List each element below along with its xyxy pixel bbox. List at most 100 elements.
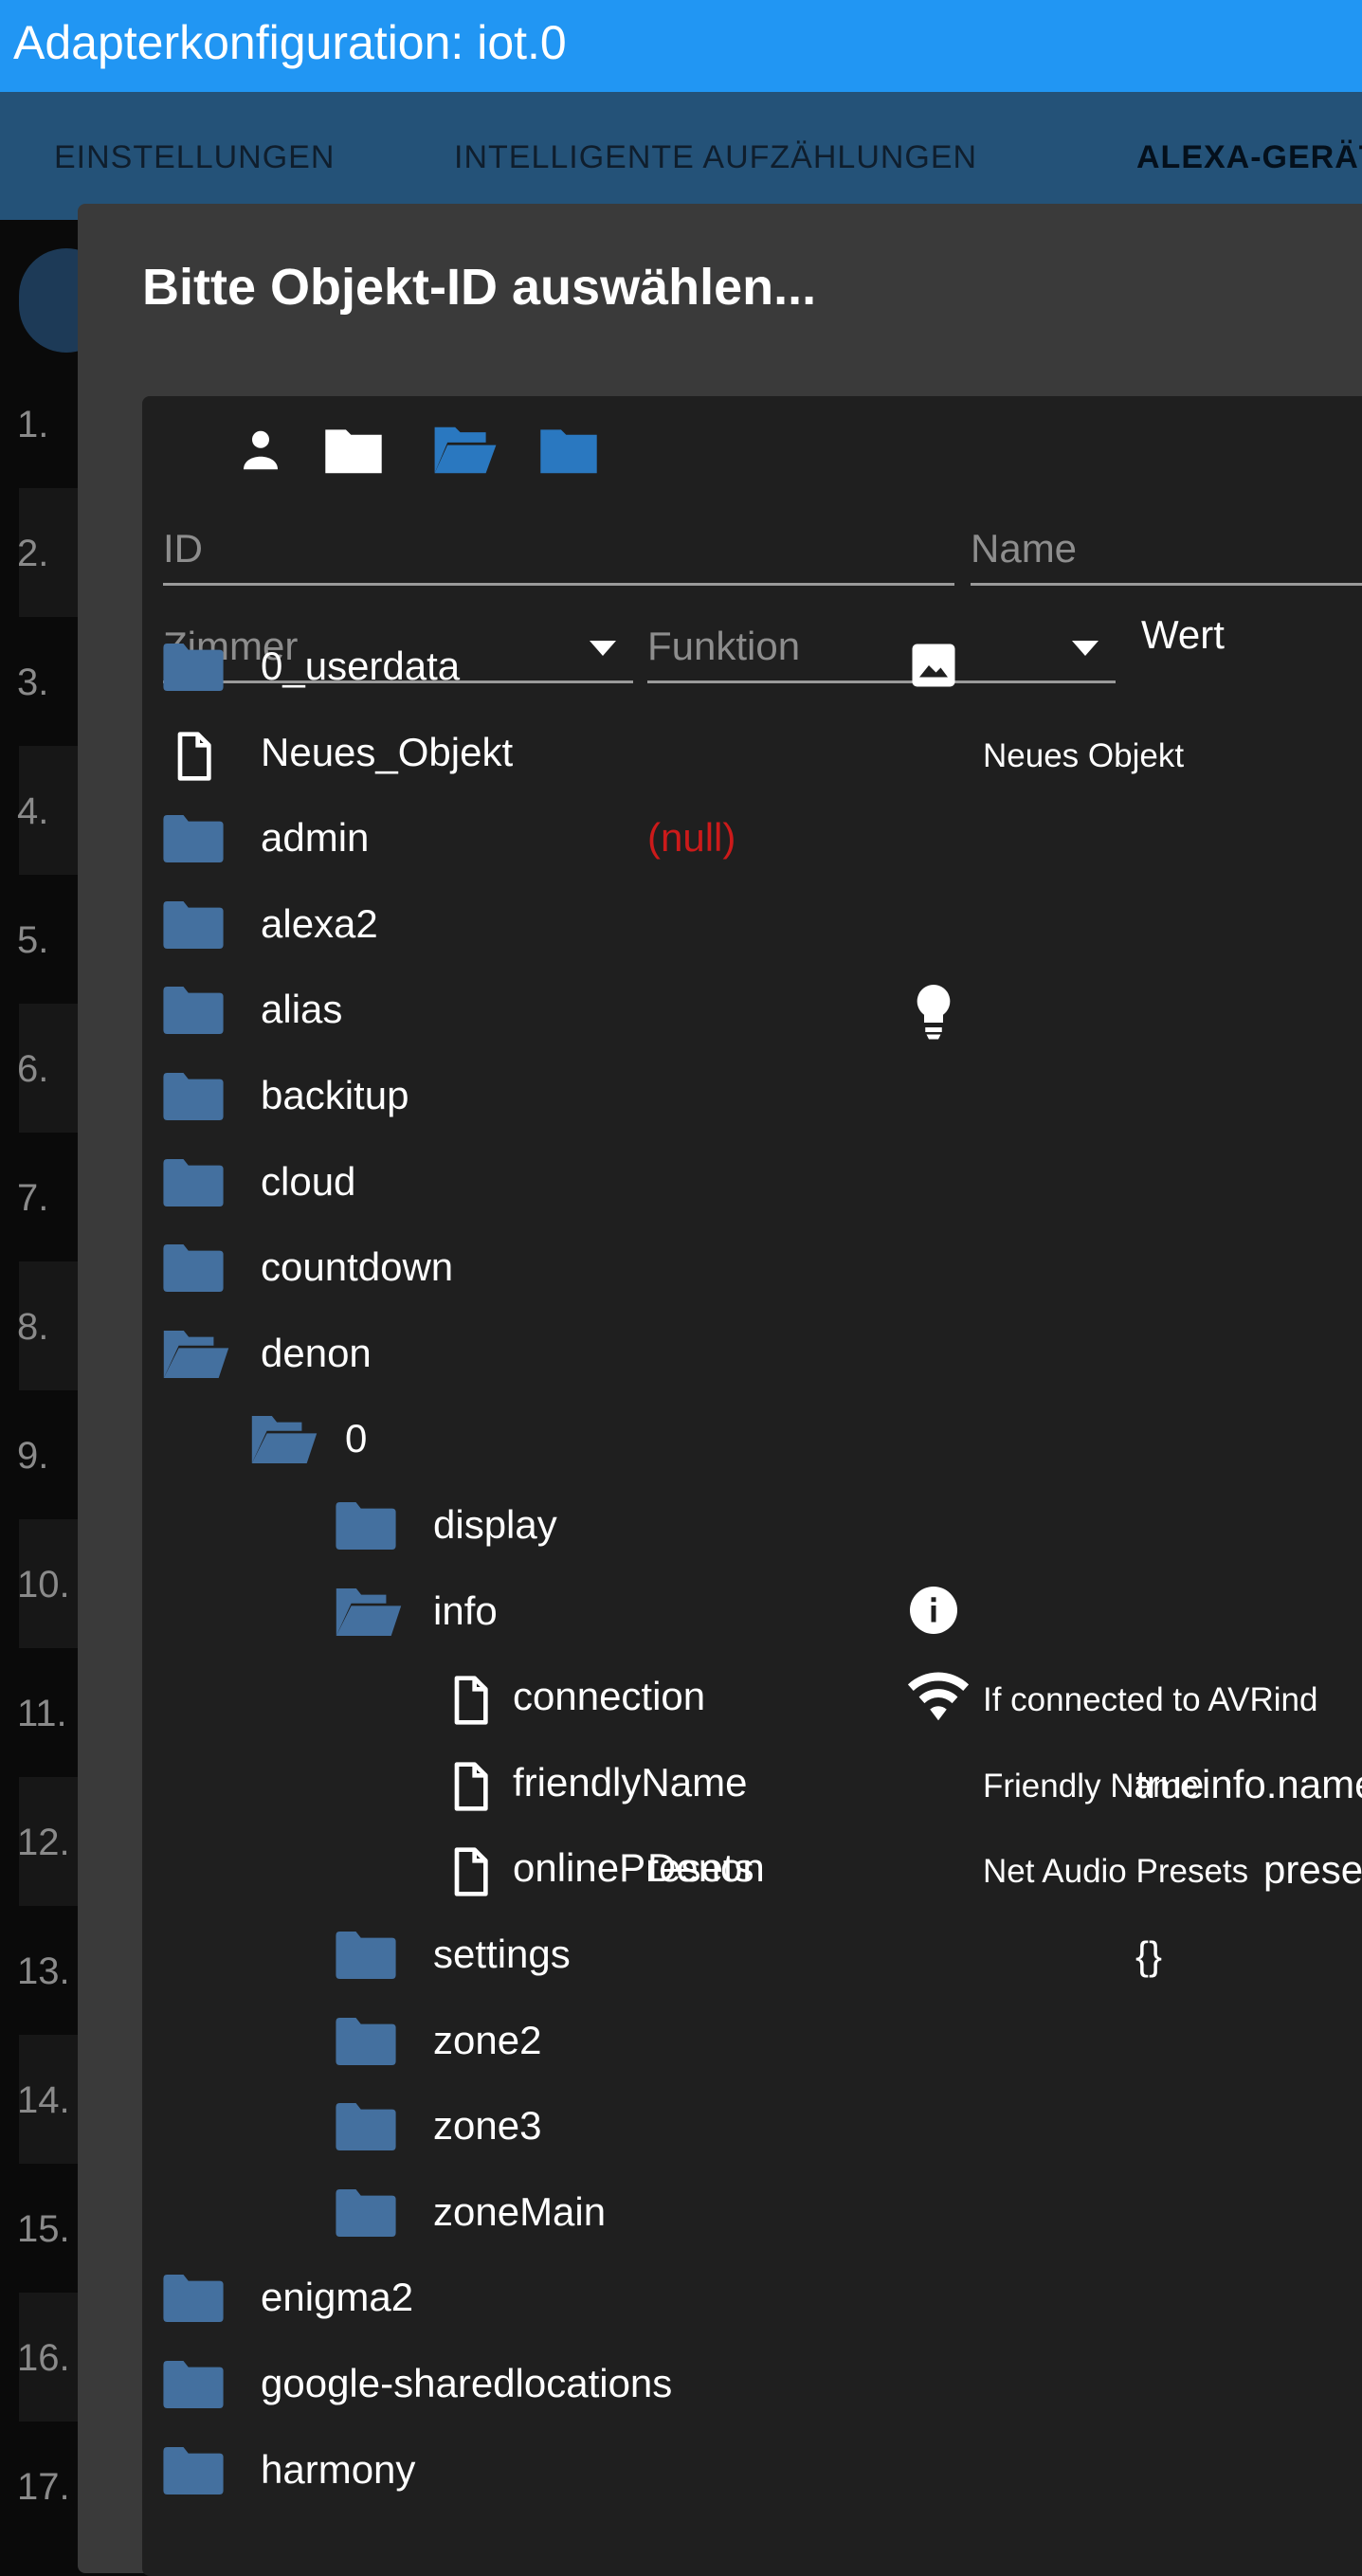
person-icon[interactable] <box>232 425 289 476</box>
tree-row-denon[interactable]: denon <box>142 1310 1362 1395</box>
tab-alexa-geraete[interactable]: ALEXA-GERÄTE <box>1136 139 1362 176</box>
tree-item-description: If connected to AVRind <box>983 1681 1318 1719</box>
tree-item-name: countdown <box>261 1244 454 1290</box>
line-number: 9. <box>17 1435 49 1477</box>
tree-row-friendlyname[interactable]: friendlyName Friendly Name true info.name <box>142 1739 1362 1824</box>
folder-icon <box>163 1158 224 1206</box>
folder-icon <box>336 2017 396 2065</box>
tree-row-google-sharedlocations[interactable]: google-sharedlocations <box>142 2340 1362 2425</box>
tree-row-neues-objekt[interactable]: Neues_Objekt Neues Objekt <box>142 709 1362 794</box>
folder-icon[interactable] <box>537 425 597 476</box>
line-number: 10. <box>17 1564 70 1605</box>
app-title: Adapterkonfiguration: iot.0 <box>13 16 567 69</box>
folder-icon <box>336 2188 396 2237</box>
tree-row-connection[interactable]: connection If connected to AVRind <box>142 1653 1362 1738</box>
line-number: 8. <box>17 1306 49 1348</box>
tree-item-name: zone2 <box>433 2017 542 2062</box>
id-filter-input[interactable]: ID <box>163 517 954 586</box>
tree-item-description: Neues Objekt <box>983 736 1185 774</box>
wifi-icon <box>905 1667 970 1724</box>
name-filter-input[interactable]: Name <box>971 517 1362 586</box>
tree-row-onlinepresets[interactable]: onlinePresets Denon Net Audio Presets prese… <box>142 1824 1362 1910</box>
tree-item-name: enigma2 <box>261 2275 414 2320</box>
line-number: 5. <box>17 919 49 961</box>
file-icon <box>440 1845 500 1897</box>
tree-item-value-extra: info.name <box>1202 1761 1362 1806</box>
tab-einstellungen[interactable]: EINSTELLUNGEN <box>54 139 335 176</box>
file-icon <box>440 1674 500 1725</box>
lightbulb-icon <box>905 980 962 1040</box>
tree-item-name: cloud <box>261 1158 356 1204</box>
folder-open-icon <box>336 1587 402 1636</box>
tree-item-name: harmony <box>261 2446 416 2492</box>
tree-item-value-extra: presets <box>1263 1847 1362 1893</box>
tree-row-zonemain[interactable]: zoneMain <box>142 2168 1362 2254</box>
tree-row-admin[interactable]: admin (null) <box>142 794 1362 880</box>
folder-icon <box>163 1244 224 1293</box>
tree-item-name: admin <box>261 815 370 861</box>
tree-item-value: {} <box>1135 1933 1163 1978</box>
tree-item-value: true <box>1135 1761 1205 1806</box>
line-number: 4. <box>17 790 49 832</box>
line-number: 17. <box>17 2466 70 2508</box>
tree-item-name: connection <box>513 1674 706 1719</box>
folder-icon[interactable] <box>322 425 382 476</box>
folder-open-icon <box>251 1416 318 1464</box>
folder-icon <box>163 900 224 949</box>
folder-open-icon[interactable] <box>431 425 497 476</box>
folder-icon <box>163 2275 224 2323</box>
tree-row-settings[interactable]: settings {} <box>142 1911 1362 1996</box>
tree-row-alias[interactable]: alias <box>142 966 1362 1051</box>
line-number: 7. <box>17 1177 49 1219</box>
folder-icon <box>336 1502 396 1550</box>
line-number: 15. <box>17 2208 70 2250</box>
tree-row-0-userdata[interactable]: 0_userdata <box>142 623 1362 708</box>
tree-row-alexa2[interactable]: alexa2 <box>142 880 1362 966</box>
folder-icon <box>163 987 224 1035</box>
tree-row-countdown[interactable]: countdown <box>142 1224 1362 1309</box>
file-icon <box>440 1760 500 1811</box>
tree-row-backitup[interactable]: backitup <box>142 1052 1362 1137</box>
tree-item-name: alias <box>261 987 343 1032</box>
image-icon <box>905 637 962 694</box>
folder-icon <box>336 1932 396 1979</box>
folder-icon <box>336 2103 396 2151</box>
tree-item-name: display <box>433 1502 557 1547</box>
line-number: 3. <box>17 662 49 703</box>
tab-bar: EINSTELLUNGEN INTELLIGENTE AUFZÄHLUNGEN … <box>0 92 1362 220</box>
folder-icon <box>163 1073 224 1120</box>
tree-row-enigma2[interactable]: enigma2 <box>142 2254 1362 2339</box>
tree-row-0[interactable]: 0 <box>142 1395 1362 1480</box>
tree-item-room: Denon <box>647 1845 765 1891</box>
info-icon <box>905 1582 962 1639</box>
tree-item-room: (null) <box>647 815 736 861</box>
line-number: 1. <box>17 404 49 445</box>
tree-item-name: settings <box>433 1932 571 1976</box>
tree-row-cloud[interactable]: cloud <box>142 1138 1362 1224</box>
tree-row-info[interactable]: info <box>142 1568 1362 1653</box>
line-number: 11. <box>17 1693 67 1734</box>
name-filter-placeholder: Name <box>971 526 1078 571</box>
tree-item-name: alexa2 <box>261 900 378 946</box>
tree-item-description: Net Audio Presets <box>983 1853 1249 1891</box>
line-number: 13. <box>17 1950 70 1992</box>
line-number: 14. <box>17 2079 70 2121</box>
file-icon <box>163 730 224 781</box>
tree-row-display[interactable]: display <box>142 1481 1362 1567</box>
folder-icon <box>163 644 224 691</box>
tree-row-zone3[interactable]: zone3 <box>142 2082 1362 2168</box>
folder-icon <box>163 815 224 863</box>
tree-item-name: info <box>433 1587 498 1633</box>
line-number: 2. <box>17 533 49 574</box>
tree-item-name: denon <box>261 1330 372 1375</box>
tab-intelligente-aufzaehlungen[interactable]: INTELLIGENTE AUFZÄHLUNGEN <box>454 139 977 176</box>
tree-row-zone2[interactable]: zone2 <box>142 1997 1362 2082</box>
line-number: 6. <box>17 1048 49 1090</box>
tree-item-name: google-sharedlocations <box>261 2361 673 2405</box>
tree-row-harmony[interactable]: harmony <box>142 2426 1362 2512</box>
tree-item-name: 0_userdata <box>261 644 461 688</box>
folder-icon <box>163 2361 224 2408</box>
folder-open-icon <box>163 1330 229 1378</box>
line-number: 16. <box>17 2337 70 2379</box>
tree-item-name: friendlyName <box>513 1759 748 1805</box>
